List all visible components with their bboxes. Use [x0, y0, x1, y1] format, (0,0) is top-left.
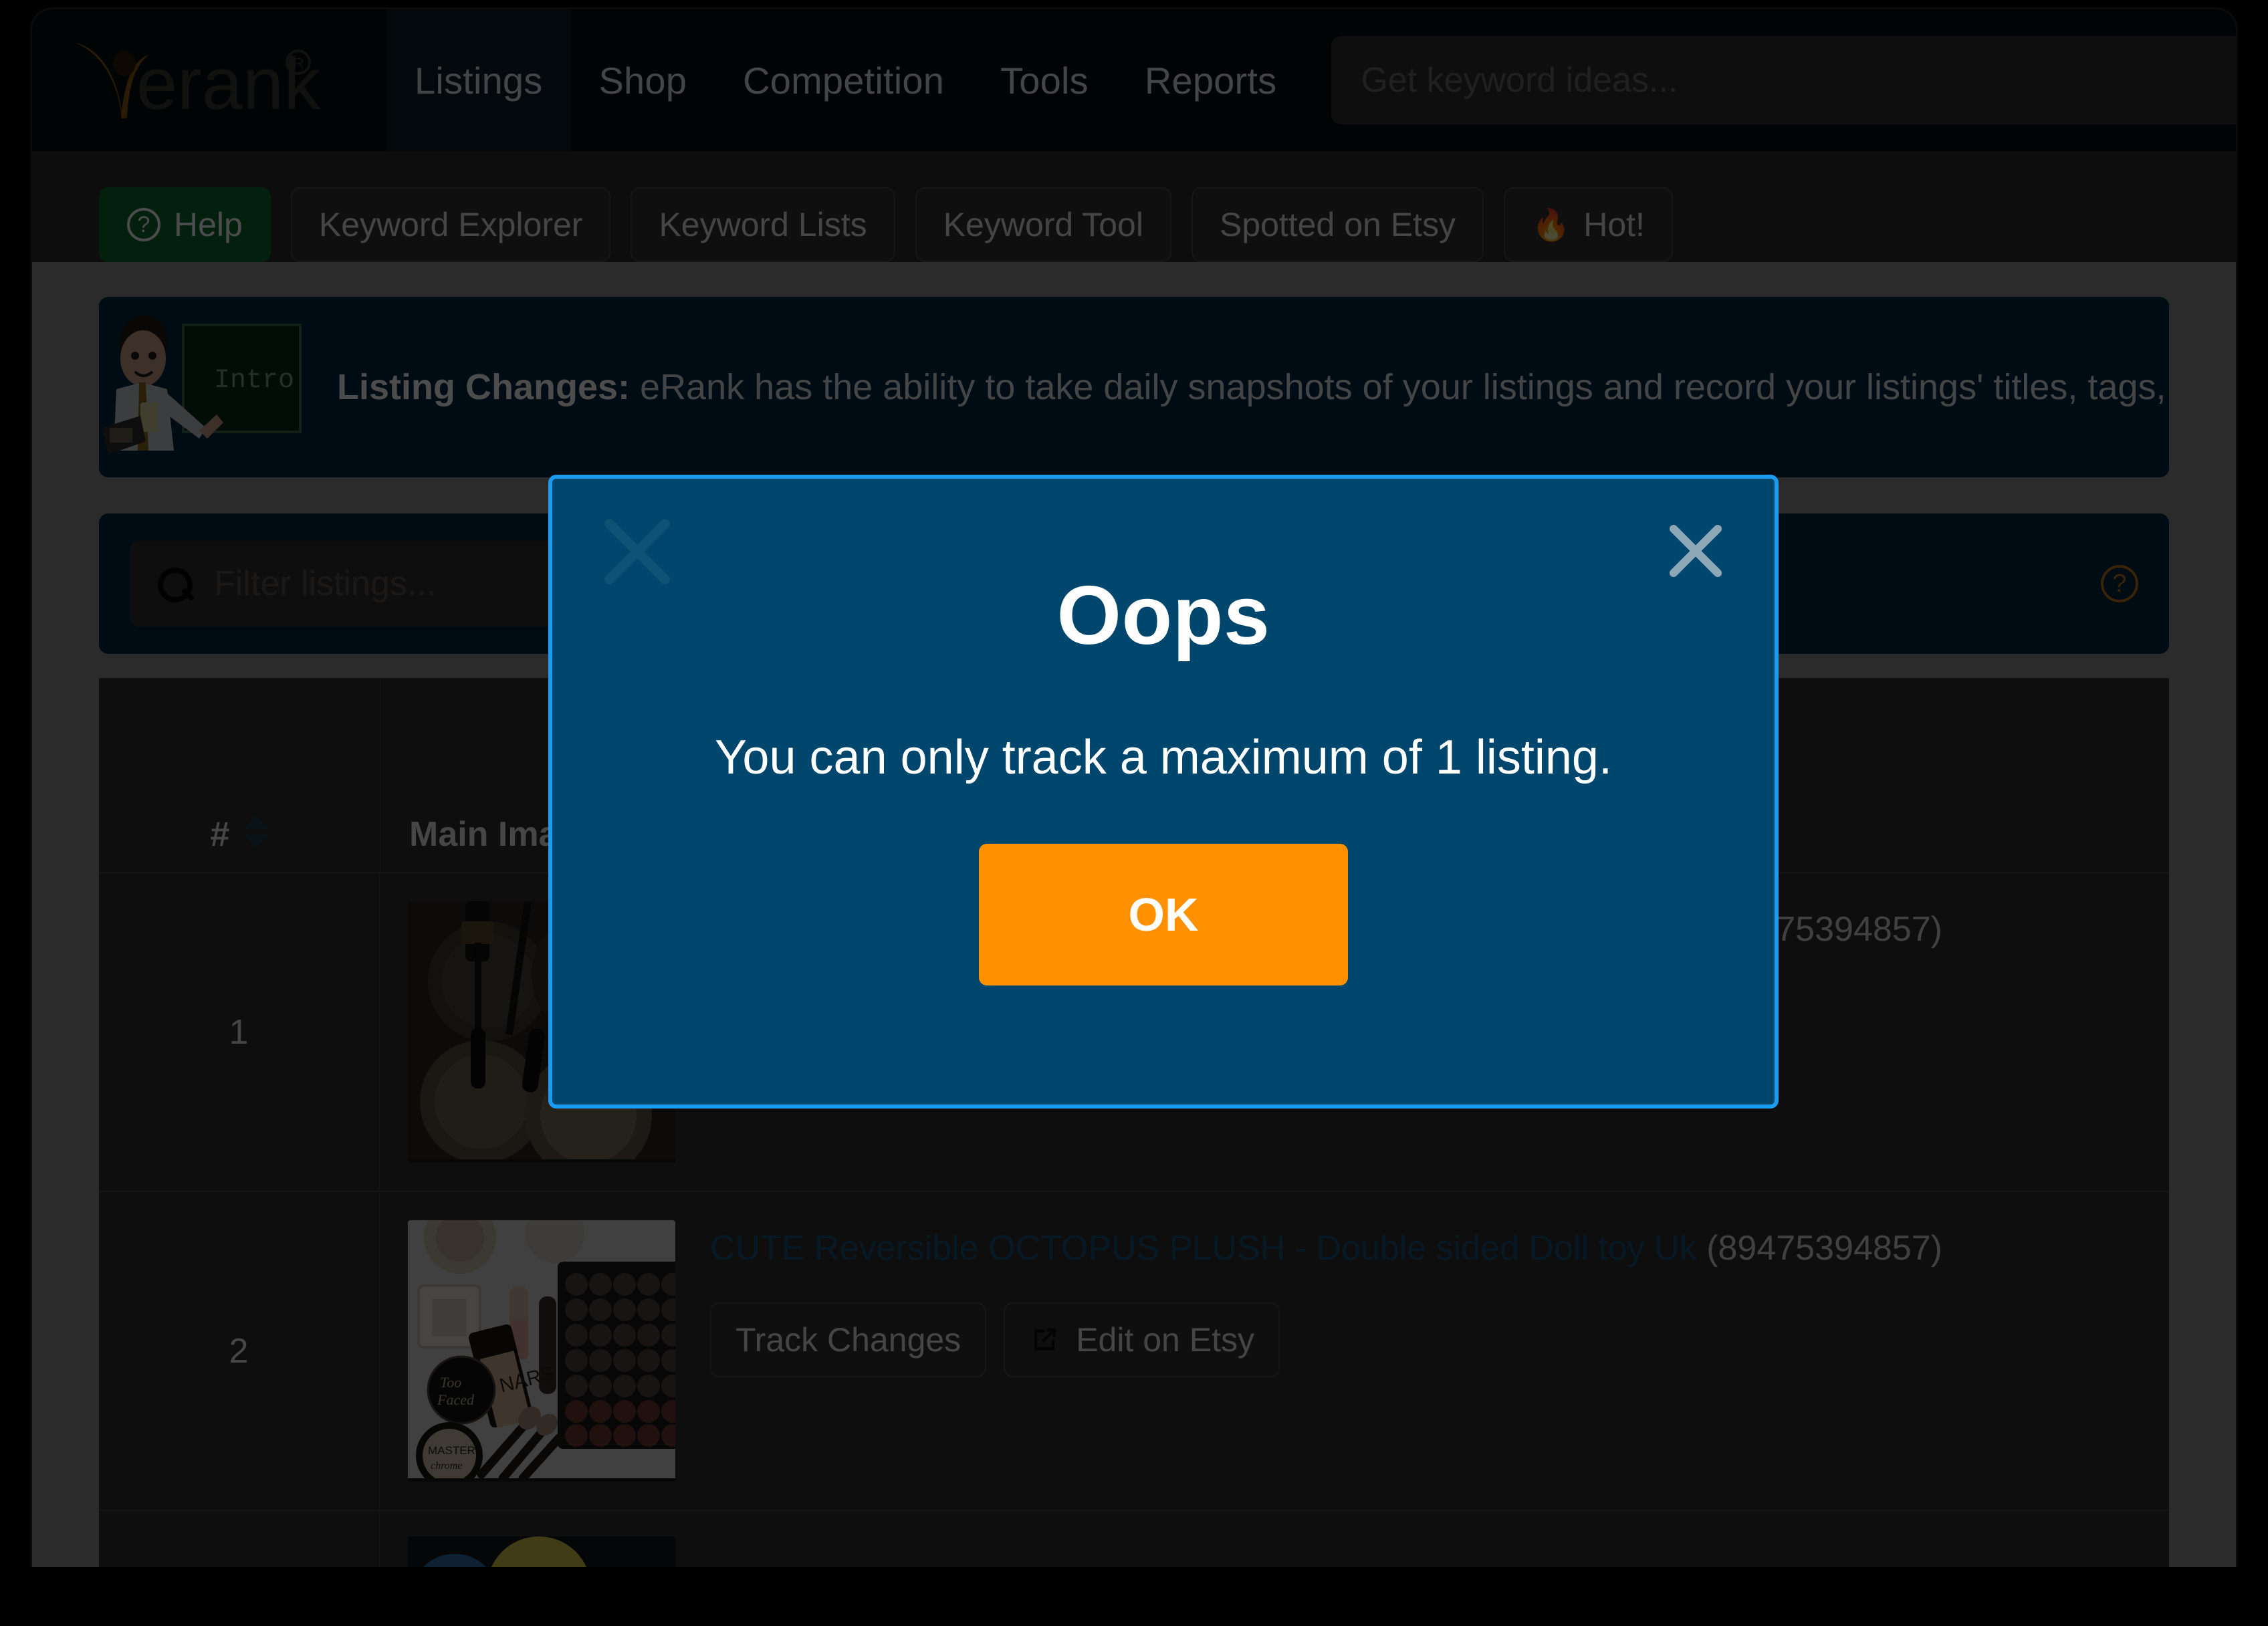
button-label: Spotted on Etsy [1219, 206, 1456, 243]
browser-window: erank R Listings Shop Competition Tools … [32, 9, 2236, 1567]
close-icon-ghost [604, 519, 670, 584]
keyword-tool-button[interactable]: Keyword Tool [915, 187, 1171, 262]
banner-title: Listing Changes: [337, 367, 631, 407]
keyword-lists-button[interactable]: Keyword Lists [631, 187, 895, 262]
modal-title: Oops [1056, 570, 1270, 662]
keyword-search-input[interactable]: Get keyword ideas... [1331, 36, 2236, 124]
nav-item-reports[interactable]: Reports [1117, 9, 1305, 151]
banner-text: Listing Changes: eRank has the ability t… [326, 366, 2169, 408]
banner-body: eRank has the ability to take daily snap… [640, 367, 2169, 407]
row-details: CUTE Reversible OCTOPUS PLUSH - Double s… [710, 1536, 1942, 1567]
svg-text:R: R [293, 55, 304, 73]
row-body: NARS Too Faced MASTER chrome CUTE Revers… [380, 1192, 2169, 1510]
listing-thumbnail[interactable] [408, 1536, 675, 1567]
question-circle-icon: ? [127, 208, 160, 241]
nav-item-listings[interactable]: Listings [386, 9, 571, 151]
row-number: 1 [99, 873, 380, 1191]
button-label: Keyword Explorer [318, 206, 583, 243]
row-actions: Track Changes Edit on Etsy [710, 1302, 1942, 1377]
erank-logo[interactable]: erank R [32, 9, 386, 151]
erank-logo-icon: erank R [74, 42, 321, 124]
nav-label: Listings [415, 59, 543, 102]
listing-title: CUTE Reversible OCTOPUS PLUSH - Double s… [710, 1227, 1942, 1270]
svg-text:chrome: chrome [431, 1460, 462, 1472]
track-changes-button[interactable]: Track Changes [710, 1302, 987, 1377]
top-navigation-bar: erank R Listings Shop Competition Tools … [32, 9, 2236, 151]
filter-placeholder: Filter listings... [214, 564, 437, 603]
column-label: # [210, 815, 230, 854]
nav-label: Reports [1144, 59, 1277, 102]
button-label: Track Changes [735, 1321, 961, 1359]
row-body: CUTE Reversible OCTOPUS PLUSH - Double s… [380, 1511, 2169, 1567]
nav-item-tools[interactable]: Tools [972, 9, 1117, 151]
column-header-number[interactable]: # [99, 679, 380, 872]
button-label: Hot! [1583, 206, 1645, 243]
svg-text:MASTER: MASTER [428, 1444, 475, 1457]
close-icon-glyph [1669, 524, 1722, 578]
tool-buttons-bar: ? Help Keyword Explorer Keyword Lists Ke… [32, 151, 2236, 262]
keyword-search-placeholder: Get keyword ideas... [1361, 61, 1678, 100]
button-label: Edit on Etsy [1076, 1321, 1254, 1359]
table-row[interactable]: 2 NARS Too Faced MASTER chrome CUTE Reve… [99, 1192, 2169, 1511]
modal-message: You can only track a maximum of 1 listin… [715, 731, 1612, 784]
nav-label: Competition [743, 59, 945, 102]
listing-thumbnail[interactable]: NARS Too Faced MASTER chrome [408, 1220, 675, 1482]
oops-modal-dialog: Oops You can only track a maximum of 1 l… [548, 475, 1779, 1109]
intro-banner: Intro Listing Changes: eRank has the abi… [99, 297, 2169, 477]
svg-text:Faced: Faced [437, 1391, 475, 1408]
row-details: CUTE Reversible OCTOPUS PLUSH - Double s… [710, 1220, 1942, 1377]
makeup-flatlay-palette-photo: NARS Too Faced MASTER chrome [408, 1220, 675, 1482]
help-button-label: Help [174, 206, 243, 243]
svg-text:Intro: Intro [214, 366, 294, 396]
listing-id: (89475394857) [1706, 1229, 1942, 1268]
bottom-bezel [0, 1567, 2268, 1626]
button-label: Keyword Tool [943, 206, 1143, 243]
colored-circles-photo [408, 1536, 675, 1567]
nav-item-competition[interactable]: Competition [715, 9, 972, 151]
nav-label: Shop [598, 59, 687, 102]
nav-label: Tools [1000, 59, 1089, 102]
teacher-illustration: Intro [99, 297, 326, 477]
search-icon [156, 566, 193, 602]
ok-button[interactable]: OK [979, 844, 1348, 985]
keyword-search-wrap: Get keyword ideas... [1305, 9, 2236, 151]
close-icon[interactable] [1656, 511, 1736, 591]
row-number: 3 [99, 1511, 380, 1567]
external-link-icon [1034, 1328, 1056, 1351]
svg-text:Too: Too [440, 1374, 461, 1391]
spotted-on-etsy-button[interactable]: Spotted on Etsy [1191, 187, 1484, 262]
hot-button[interactable]: 🔥 Hot! [1503, 187, 1673, 262]
nav-item-shop[interactable]: Shop [570, 9, 715, 151]
sort-updown-icon [244, 814, 269, 849]
edit-on-etsy-button[interactable]: Edit on Etsy [1004, 1302, 1280, 1377]
help-button[interactable]: ? Help [99, 187, 271, 262]
listing-title-link[interactable]: CUTE Reversible OCTOPUS PLUSH - Double s… [710, 1229, 1697, 1268]
teacher-chalkboard-icon: Intro [102, 315, 302, 455]
table-row[interactable]: 3 [99, 1511, 2169, 1567]
row-number: 2 [99, 1192, 380, 1510]
filter-help-icon[interactable]: ? [2101, 565, 2138, 602]
flame-icon: 🔥 [1531, 207, 1571, 242]
screen: erank R Listings Shop Competition Tools … [0, 0, 2268, 1626]
button-label: Keyword Lists [659, 206, 867, 243]
keyword-explorer-button[interactable]: Keyword Explorer [290, 187, 611, 262]
nav-items: Listings Shop Competition Tools Reports [386, 9, 1305, 151]
